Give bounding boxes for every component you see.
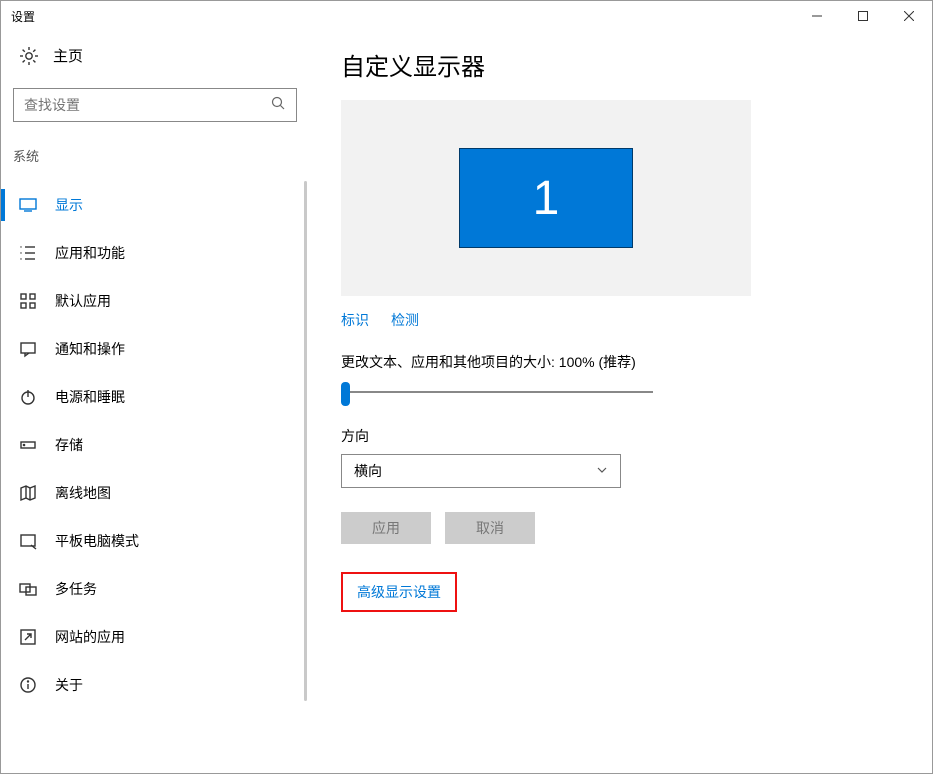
detect-link[interactable]: 检测 xyxy=(391,310,419,330)
sidebar-item-multitask[interactable]: 多任务 xyxy=(1,565,309,613)
scale-label: 更改文本、应用和其他项目的大小: 100% (推荐) xyxy=(341,352,908,372)
sidebar: 主页 系统 显示 应用和功能 xyxy=(1,31,309,773)
storage-icon xyxy=(19,436,37,454)
orientation-value: 横向 xyxy=(354,461,382,481)
sidebar-item-label: 离线地图 xyxy=(55,483,111,503)
cancel-button[interactable]: 取消 xyxy=(445,512,535,544)
sidebar-item-web-apps[interactable]: 网站的应用 xyxy=(1,613,309,661)
monitor-1[interactable]: 1 xyxy=(459,148,633,248)
orientation-dropdown[interactable]: 横向 xyxy=(341,454,621,488)
home-label: 主页 xyxy=(53,45,83,66)
sidebar-item-tablet[interactable]: 平板电脑模式 xyxy=(1,517,309,565)
identify-link[interactable]: 标识 xyxy=(341,310,369,330)
sidebar-item-label: 应用和功能 xyxy=(55,243,125,263)
category-label: 系统 xyxy=(1,140,309,171)
slider-track xyxy=(341,391,653,393)
apply-button[interactable]: 应用 xyxy=(341,512,431,544)
window-title: 设置 xyxy=(11,8,35,25)
sidebar-item-about[interactable]: 关于 xyxy=(1,661,309,709)
sidebar-item-display[interactable]: 显示 xyxy=(1,181,309,229)
search-field[interactable] xyxy=(24,97,271,113)
sidebar-item-label: 网站的应用 xyxy=(55,627,125,647)
search-icon xyxy=(271,96,286,114)
grid-icon xyxy=(19,292,37,310)
minimize-button[interactable] xyxy=(794,1,840,31)
sidebar-item-label: 平板电脑模式 xyxy=(55,531,139,551)
scale-slider[interactable] xyxy=(341,382,653,402)
main-panel: 自定义显示器 1 标识 检测 更改文本、应用和其他项目的大小: 100% (推荐… xyxy=(309,31,932,773)
sidebar-item-label: 存储 xyxy=(55,435,83,455)
sidebar-item-label: 电源和睡眠 xyxy=(55,387,125,407)
search-input[interactable] xyxy=(13,88,297,122)
sidebar-item-label: 默认应用 xyxy=(55,291,111,311)
sidebar-item-power[interactable]: 电源和睡眠 xyxy=(1,373,309,421)
slider-thumb[interactable] xyxy=(341,382,350,406)
chevron-down-icon xyxy=(596,463,608,479)
display-arrangement[interactable]: 1 xyxy=(341,100,751,296)
sidebar-item-label: 显示 xyxy=(55,195,83,215)
sidebar-item-label: 多任务 xyxy=(55,579,97,599)
sidebar-item-maps[interactable]: 离线地图 xyxy=(1,469,309,517)
close-button[interactable] xyxy=(886,1,932,31)
map-icon xyxy=(19,484,37,502)
gear-icon xyxy=(19,46,39,66)
sidebar-item-default-apps[interactable]: 默认应用 xyxy=(1,277,309,325)
maximize-button[interactable] xyxy=(840,1,886,31)
tablet-icon xyxy=(19,532,37,550)
sidebar-item-apps[interactable]: 应用和功能 xyxy=(1,229,309,277)
power-icon xyxy=(19,388,37,406)
page-title: 自定义显示器 xyxy=(341,47,908,82)
sidebar-item-label: 通知和操作 xyxy=(55,339,125,359)
info-icon xyxy=(19,676,37,694)
sidebar-item-notifications[interactable]: 通知和操作 xyxy=(1,325,309,373)
multitask-icon xyxy=(19,580,37,598)
monitor-number: 1 xyxy=(533,171,560,226)
advanced-settings-highlight: 高级显示设置 xyxy=(341,572,457,612)
title-bar: 设置 xyxy=(1,1,932,31)
advanced-display-link[interactable]: 高级显示设置 xyxy=(357,584,441,600)
home-row[interactable]: 主页 xyxy=(1,31,309,80)
sidebar-item-label: 关于 xyxy=(55,675,83,695)
orientation-label: 方向 xyxy=(341,426,908,446)
sidebar-item-storage[interactable]: 存储 xyxy=(1,421,309,469)
list-icon xyxy=(19,244,37,262)
display-icon xyxy=(19,196,37,214)
open-icon xyxy=(19,628,37,646)
message-icon xyxy=(19,340,37,358)
